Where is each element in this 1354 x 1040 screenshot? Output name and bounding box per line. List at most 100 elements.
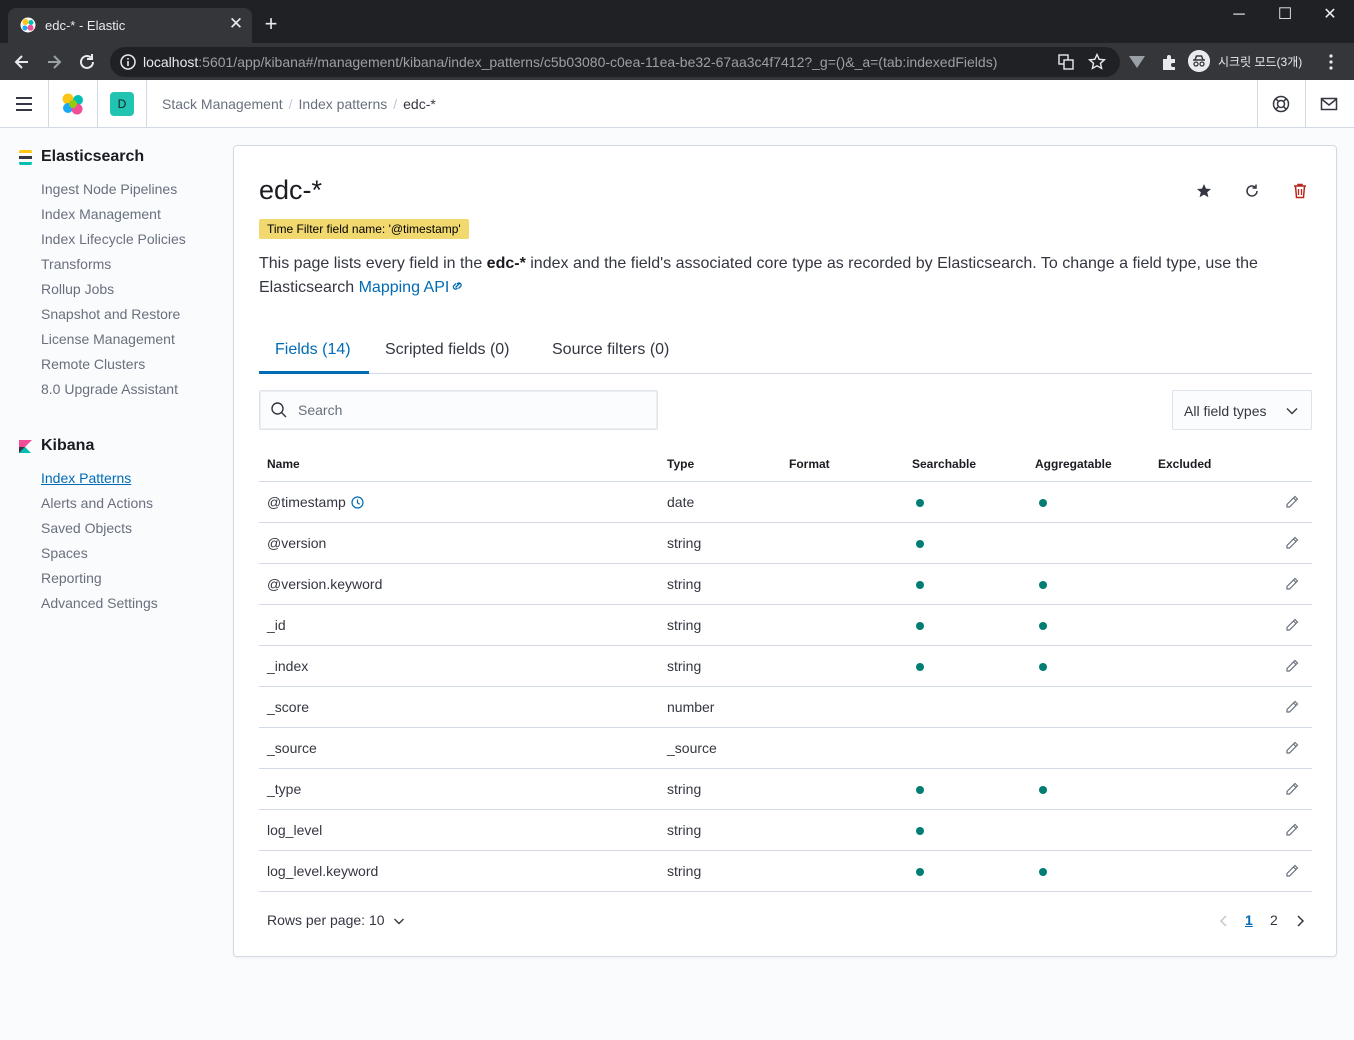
window-minimize-button[interactable]: ─ — [1224, 5, 1254, 25]
edit-pencil-icon[interactable] — [1284, 699, 1300, 715]
sidebar-group-elasticsearch: Elasticsearch — [41, 148, 145, 165]
translate-icon[interactable] — [1056, 52, 1076, 72]
breadcrumb-index-patterns[interactable]: Index patterns — [299, 96, 388, 112]
breadcrumb-separator: / — [393, 96, 398, 112]
edit-pencil-icon[interactable] — [1284, 740, 1300, 756]
url-text[interactable]: localhost:5601/app/kibana#/management/ki… — [143, 54, 997, 70]
window-close-button[interactable]: ✕ — [1315, 5, 1345, 25]
field-type: string — [667, 658, 702, 674]
sidebar-item-remote-clusters[interactable]: Remote Clusters — [41, 356, 145, 372]
address-bar[interactable]: localhost:5601/app/kibana#/management/ki… — [110, 47, 1120, 77]
field-name: _score — [267, 699, 310, 715]
column-header-searchable[interactable]: Searchable — [912, 457, 976, 471]
fields-table: Name Type Format Searchable Aggregatable… — [259, 446, 1312, 892]
column-header-aggregatable[interactable]: Aggregatable — [1035, 457, 1112, 471]
sidebar-item-rollup-jobs[interactable]: Rollup Jobs — [41, 281, 114, 297]
sidebar-item-index-management[interactable]: Index Management — [41, 206, 161, 222]
sidebar-item-upgrade-assistant[interactable]: 8.0 Upgrade Assistant — [41, 381, 178, 397]
page-description: This page lists every field in the edc-*… — [259, 255, 1258, 296]
pagination-prev-icon[interactable] — [1218, 914, 1230, 928]
extension-funnel-icon[interactable] — [1126, 51, 1148, 73]
incognito-label: 시크릿 모드(3개) — [1218, 54, 1303, 69]
searchable-dot-icon — [916, 868, 924, 876]
sidebar-item-license-management[interactable]: License Management — [41, 331, 175, 347]
rows-per-page-button[interactable]: Rows per page: 10 — [267, 912, 405, 928]
column-header-name[interactable]: Name — [267, 457, 300, 471]
searchable-dot-icon — [916, 827, 924, 835]
browser-tab[interactable]: edc-* - Elastic ✕ — [8, 8, 252, 43]
tab-source-filters[interactable]: Source filters (0) — [552, 341, 669, 359]
column-header-type[interactable]: Type — [667, 457, 694, 471]
browser-menu-icon[interactable] — [1320, 51, 1342, 73]
new-tab-button[interactable]: + — [260, 13, 282, 35]
browser-tabstrip: edc-* - Elastic ✕ + ─ ☐ ✕ — [0, 0, 1354, 43]
field-name: @timestamp — [267, 494, 364, 510]
newsfeed-mail-icon[interactable] — [1319, 94, 1339, 114]
edit-pencil-icon[interactable] — [1284, 535, 1300, 551]
field-search-box[interactable] — [259, 390, 658, 430]
tab-fields[interactable]: Fields (14) — [275, 341, 351, 359]
space-avatar[interactable]: D — [110, 92, 134, 116]
tab-close-icon[interactable]: ✕ — [226, 14, 246, 34]
column-header-excluded[interactable]: Excluded — [1158, 457, 1211, 471]
field-name: _index — [267, 658, 309, 674]
field-type: string — [667, 863, 702, 879]
elasticsearch-logo-icon — [19, 150, 32, 165]
field-type-filter[interactable]: All field types — [1172, 390, 1312, 430]
table-row: log_level.keyword string — [259, 851, 1312, 892]
refresh-fields-icon[interactable] — [1243, 182, 1261, 200]
sidebar-item-saved-objects[interactable]: Saved Objects — [41, 520, 132, 536]
edit-pencil-icon[interactable] — [1284, 781, 1300, 797]
field-type: string — [667, 781, 702, 797]
pagination-page-1[interactable]: 1 — [1245, 912, 1253, 928]
header-divider — [97, 80, 98, 128]
mapping-api-link[interactable]: Mapping API — [359, 279, 466, 296]
hamburger-menu-icon[interactable] — [14, 94, 36, 114]
chevron-down-icon — [393, 918, 404, 925]
edit-pencil-icon[interactable] — [1284, 576, 1300, 592]
site-info-icon[interactable] — [120, 54, 136, 70]
pagination-next-icon[interactable] — [1294, 914, 1306, 928]
aggregatable-dot-icon — [1039, 622, 1047, 630]
edit-pencil-icon[interactable] — [1284, 617, 1300, 633]
help-lifebuoy-icon[interactable] — [1271, 94, 1291, 114]
browser-toolbar: localhost:5601/app/kibana#/management/ki… — [0, 43, 1354, 80]
forward-arrow-icon[interactable] — [40, 48, 68, 76]
tab-scripted-fields[interactable]: Scripted fields (0) — [385, 341, 510, 359]
set-default-star-icon[interactable] — [1195, 182, 1213, 200]
elastic-logo-icon[interactable] — [60, 92, 86, 116]
sidebar-item-spaces[interactable]: Spaces — [41, 545, 88, 561]
field-type: string — [667, 822, 702, 838]
edit-pencil-icon[interactable] — [1284, 494, 1300, 510]
sidebar-item-reporting[interactable]: Reporting — [41, 570, 102, 586]
aggregatable-dot-icon — [1039, 663, 1047, 671]
breadcrumb-stack-management[interactable]: Stack Management — [162, 96, 283, 112]
time-filter-badge: Time Filter field name: '@timestamp' — [259, 219, 469, 239]
window-maximize-button[interactable]: ☐ — [1270, 5, 1300, 25]
delete-trash-icon[interactable] — [1291, 182, 1309, 200]
edit-pencil-icon[interactable] — [1284, 658, 1300, 674]
breadcrumb-separator: / — [288, 96, 293, 112]
sidebar-item-transforms[interactable]: Transforms — [41, 256, 111, 272]
sidebar-item-snapshot-and-restore[interactable]: Snapshot and Restore — [41, 306, 180, 322]
searchable-dot-icon — [916, 663, 924, 671]
pagination-page-2[interactable]: 2 — [1270, 912, 1278, 928]
search-input[interactable] — [298, 399, 638, 421]
column-header-format[interactable]: Format — [789, 457, 830, 471]
sidebar-item-index-patterns[interactable]: Index Patterns — [41, 470, 131, 486]
table-row: _id string — [259, 605, 1312, 646]
back-arrow-icon[interactable] — [8, 48, 36, 76]
sidebar-item-advanced-settings[interactable]: Advanced Settings — [41, 595, 158, 611]
bookmark-star-icon[interactable] — [1087, 52, 1107, 72]
sidebar-item-index-lifecycle-policies[interactable]: Index Lifecycle Policies — [41, 231, 186, 247]
header-divider — [48, 80, 49, 128]
reload-icon[interactable] — [73, 48, 101, 76]
sidebar-item-ingest-node-pipelines[interactable]: Ingest Node Pipelines — [41, 181, 177, 197]
extensions-puzzle-icon[interactable] — [1158, 51, 1180, 73]
aggregatable-dot-icon — [1039, 868, 1047, 876]
sidebar-item-alerts-and-actions[interactable]: Alerts and Actions — [41, 495, 153, 511]
edit-pencil-icon[interactable] — [1284, 822, 1300, 838]
incognito-profile-button[interactable]: 시크릿 모드(3개) — [1188, 49, 1302, 73]
time-field-clock-icon — [351, 496, 364, 509]
edit-pencil-icon[interactable] — [1284, 863, 1300, 879]
